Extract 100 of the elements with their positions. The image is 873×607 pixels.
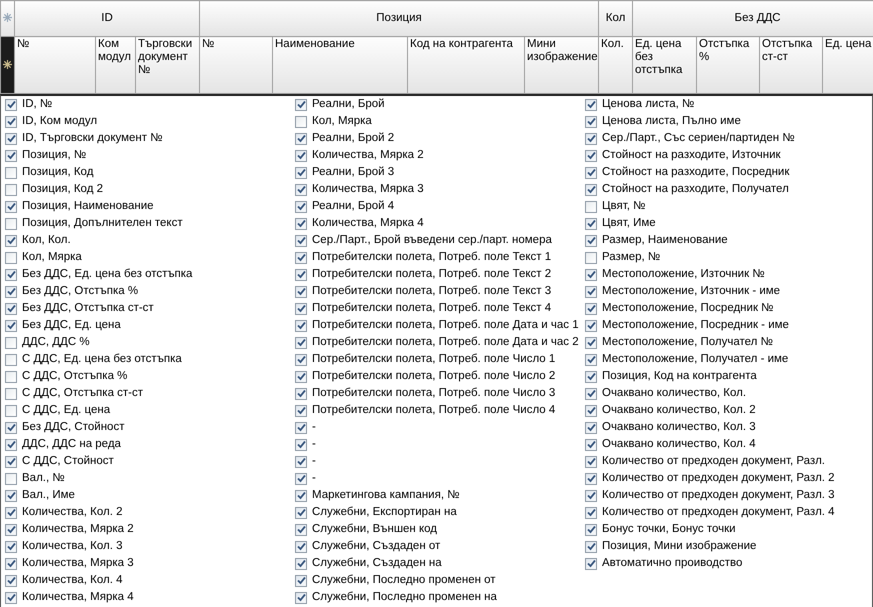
column-group-header[interactable]: Без ДДС: [632, 0, 873, 36]
checkbox-label[interactable]: Количество от предходен документ, Разл. 3: [602, 486, 835, 504]
checkbox-label[interactable]: Цвят, Име: [602, 214, 656, 232]
checkbox-label[interactable]: Позиция, №: [22, 146, 86, 164]
checkbox[interactable]: [5, 218, 17, 230]
column-header[interactable]: Отстъпка %: [696, 36, 760, 94]
checkbox[interactable]: [5, 438, 17, 450]
checkbox-label[interactable]: Без ДДС, Отстъпка %: [22, 282, 138, 300]
checkbox[interactable]: [295, 438, 307, 450]
checkbox[interactable]: [5, 336, 17, 348]
checkbox-label[interactable]: Позиция, Допълнителен текст: [22, 214, 183, 232]
checkbox-label[interactable]: ID, №: [22, 96, 52, 114]
checkbox-label[interactable]: ДДС, ДДС на реда: [22, 436, 121, 454]
checkbox-label[interactable]: Позиция, Наименование: [22, 198, 154, 216]
checkbox[interactable]: [585, 200, 597, 212]
checkbox[interactable]: [585, 456, 597, 468]
checkbox[interactable]: [5, 388, 17, 400]
checkbox-label[interactable]: Бонус точки, Бонус точки: [602, 520, 736, 538]
checkbox-label[interactable]: Размер, №: [602, 248, 660, 266]
checkbox-label[interactable]: Местоположение, Получател №: [602, 334, 773, 352]
checkbox[interactable]: [295, 490, 307, 502]
checkbox-label[interactable]: Количества, Мярка 3: [22, 554, 134, 572]
checkbox-label[interactable]: ID, Търговски документ №: [22, 130, 163, 148]
column-header[interactable]: №: [200, 36, 272, 94]
checkbox[interactable]: [295, 268, 307, 280]
checkbox-label[interactable]: Без ДДС, Отстъпка ст-ст: [22, 300, 154, 318]
checkbox[interactable]: [5, 116, 17, 128]
checkbox-label[interactable]: Потребителски полета, Потреб. поле Дата и час 1: [312, 316, 579, 334]
column-header[interactable]: Ед. цена без отстъпка: [632, 36, 697, 94]
checkbox[interactable]: [5, 540, 17, 552]
checkbox-label[interactable]: ДДС, ДДС %: [22, 334, 90, 352]
checkbox[interactable]: [295, 184, 307, 196]
checkbox-label[interactable]: Позиция, Мини изображение: [602, 538, 756, 556]
checkbox[interactable]: [5, 302, 17, 314]
checkbox-label[interactable]: Без ДДС, Ед. цена: [22, 316, 121, 334]
checkbox-label[interactable]: Кол, Мярка: [22, 248, 82, 266]
checkbox-label[interactable]: Местоположение, Посредник - име: [602, 316, 789, 334]
checkbox[interactable]: [295, 540, 307, 552]
checkbox-label[interactable]: Местоположение, Източник - име: [602, 282, 780, 300]
checkbox-label[interactable]: Стойност на разходите, Източник: [602, 146, 781, 164]
checkbox-label[interactable]: Маркетингова кампания, №: [312, 486, 460, 504]
checkbox-label[interactable]: Количества, Кол. 3: [22, 538, 122, 556]
checkbox-label[interactable]: Служебни, Последно променен от: [312, 572, 496, 590]
checkbox[interactable]: [5, 234, 17, 246]
checkbox-label[interactable]: Количество от предходен документ, Разл. 2: [602, 470, 835, 488]
checkbox-label[interactable]: Реални, Брой: [312, 96, 385, 114]
checkbox-label[interactable]: Реални, Брой 4: [312, 198, 394, 216]
checkbox[interactable]: [5, 506, 17, 518]
column-group-header[interactable]: Позиция: [200, 0, 599, 36]
checkbox-label[interactable]: Реални, Брой 3: [312, 164, 394, 182]
checkbox-label[interactable]: Кол, Мярка: [312, 112, 372, 130]
checkbox[interactable]: [5, 252, 17, 264]
checkbox[interactable]: [5, 558, 17, 570]
checkbox[interactable]: [295, 98, 307, 110]
checkbox[interactable]: [295, 370, 307, 382]
checkbox[interactable]: [5, 132, 17, 144]
checkbox[interactable]: [5, 286, 17, 298]
checkbox-label[interactable]: Потребителски полета, Потреб. поле Число 4: [312, 402, 556, 420]
checkbox[interactable]: [5, 268, 17, 280]
checkbox-label[interactable]: С ДДС, Отстъпка %: [22, 368, 128, 386]
checkbox[interactable]: [5, 490, 17, 502]
checkbox-label[interactable]: Автоматично проиводство: [602, 554, 742, 572]
checkbox-label[interactable]: ID, Ком модул: [22, 112, 98, 130]
checkbox[interactable]: [295, 320, 307, 332]
checkbox-label[interactable]: Позиция, Код: [22, 164, 94, 182]
column-group-header[interactable]: Кол: [598, 0, 633, 36]
checkbox[interactable]: [585, 150, 597, 162]
checkbox-label[interactable]: Сер./Парт., Брой въведени сер./парт. номера: [312, 232, 552, 250]
checkbox-label[interactable]: Реални, Брой 2: [312, 130, 394, 148]
checkbox-label[interactable]: С ДДС, Стойност: [22, 452, 114, 470]
checkbox[interactable]: [295, 252, 307, 264]
checkbox[interactable]: [295, 354, 307, 366]
checkbox[interactable]: [295, 150, 307, 162]
checkbox[interactable]: [585, 218, 597, 230]
checkbox-label[interactable]: Без ДДС, Ед. цена без отстъпка: [22, 266, 192, 284]
checkbox[interactable]: [295, 166, 307, 178]
checkbox[interactable]: [585, 540, 597, 552]
checkbox[interactable]: [585, 354, 597, 366]
checkbox[interactable]: [295, 218, 307, 230]
checkbox-label[interactable]: С ДДС, Ед. цена без отстъпка: [22, 350, 182, 368]
checkbox-label[interactable]: Потребителски полета, Потреб. поле Число 2: [312, 368, 556, 386]
checkbox[interactable]: [585, 558, 597, 570]
checkbox[interactable]: [585, 490, 597, 502]
checkbox[interactable]: [295, 592, 307, 604]
checkbox[interactable]: [585, 370, 597, 382]
checkbox[interactable]: [585, 98, 597, 110]
checkbox[interactable]: [585, 438, 597, 450]
checkbox[interactable]: [295, 286, 307, 298]
checkbox[interactable]: [585, 252, 597, 264]
checkbox-label[interactable]: Очаквано количество, Кол. 2: [602, 402, 756, 420]
checkbox[interactable]: [585, 132, 597, 144]
checkbox-label[interactable]: -: [312, 436, 316, 454]
checkbox-label[interactable]: Служебни, Създаден на: [312, 554, 442, 572]
checkbox[interactable]: [5, 354, 17, 366]
checkbox-label[interactable]: Ценова листа, №: [602, 96, 694, 114]
checkbox-label[interactable]: Количества, Мярка 3: [312, 180, 424, 198]
checkbox-label[interactable]: Потребителски полета, Потреб. поле Число 3: [312, 384, 556, 402]
column-header[interactable]: Ед. цена: [822, 36, 873, 94]
checkbox[interactable]: [585, 422, 597, 434]
column-header[interactable]: Код на контрагента: [408, 36, 524, 94]
